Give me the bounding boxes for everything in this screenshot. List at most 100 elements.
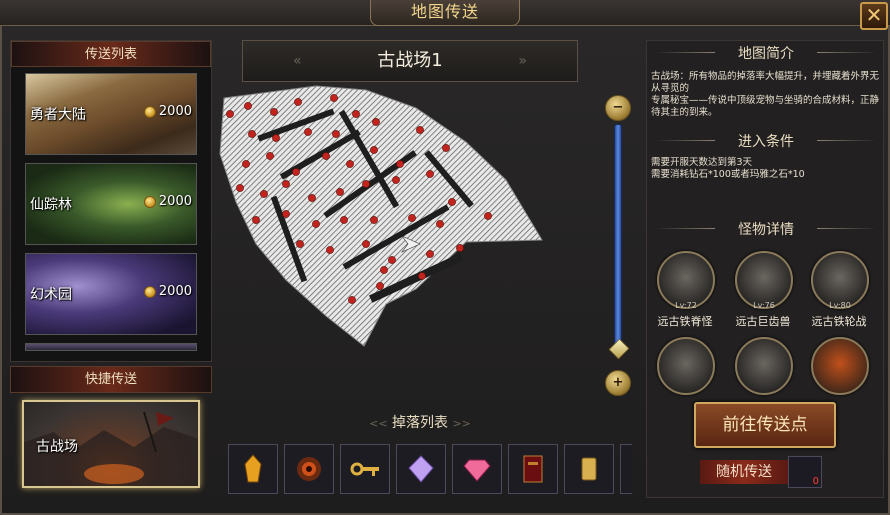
enemy-marker bbox=[456, 244, 464, 252]
teleport-item[interactable]: 勇者大陆 2000 bbox=[25, 73, 197, 155]
go-to-teleport-button[interactable]: 前往传送点 bbox=[694, 402, 836, 448]
enemy-marker bbox=[332, 130, 340, 138]
enemy-marker bbox=[392, 176, 400, 184]
drop-slot[interactable] bbox=[340, 444, 390, 494]
enemy-marker bbox=[272, 134, 280, 142]
teleport-list: 勇者大陆 2000 仙踪林 2000 幻术园 2000 bbox=[25, 73, 199, 351]
teleport-item-cost: 2000 bbox=[143, 194, 192, 209]
random-teleport-count: 0 bbox=[812, 476, 819, 487]
enemy-marker bbox=[322, 152, 330, 160]
amber-crystal-icon bbox=[244, 454, 262, 483]
enemy-marker bbox=[388, 256, 396, 264]
enemy-marker bbox=[372, 118, 380, 126]
zoom-slider-track[interactable] bbox=[614, 124, 622, 352]
drop-slot[interactable] bbox=[396, 444, 446, 494]
enemy-marker bbox=[236, 184, 244, 192]
enemy-marker bbox=[448, 198, 456, 206]
teleport-item[interactable]: 仙踪林 2000 bbox=[25, 163, 197, 245]
monster-portrait[interactable] bbox=[657, 337, 715, 395]
random-teleport-item-slot[interactable]: 0 bbox=[788, 456, 822, 488]
condition-title: 进入条件 bbox=[647, 131, 885, 151]
enemy-marker bbox=[426, 250, 434, 258]
map-description: 古战场：所有物品的掉落率大幅提升，并埋藏着外界无从寻觅的 专属秘宝——传说中顶级… bbox=[651, 71, 880, 118]
pink-gem-icon bbox=[463, 459, 491, 482]
monster-name: 远古巨齿兽 bbox=[735, 315, 791, 328]
enemy-marker bbox=[376, 282, 384, 290]
teleport-item-cost: 2000 bbox=[143, 284, 192, 299]
enemy-marker bbox=[282, 210, 290, 218]
title-bar: 地图传送 bbox=[0, 0, 890, 26]
red-book-icon bbox=[523, 455, 543, 483]
monster-level: Lv:72 bbox=[675, 301, 697, 310]
zoom-in-button[interactable]: + bbox=[605, 370, 631, 396]
drop-slot[interactable] bbox=[228, 444, 278, 494]
enemy-marker bbox=[426, 170, 434, 178]
quick-teleport-name: 古战场 bbox=[36, 439, 78, 455]
enemy-marker bbox=[282, 180, 290, 188]
map-terrain bbox=[219, 85, 543, 347]
enemy-marker bbox=[416, 126, 424, 134]
enemy-marker bbox=[352, 110, 360, 118]
drop-slot[interactable] bbox=[452, 444, 502, 494]
enemy-marker bbox=[244, 102, 252, 110]
next-map-arrow[interactable]: » bbox=[518, 41, 527, 81]
enemy-marker bbox=[348, 296, 356, 304]
enemy-marker bbox=[326, 246, 334, 254]
monster-name: 远古铁轮战 bbox=[811, 315, 867, 328]
quick-teleport-item[interactable]: 古战场 bbox=[22, 400, 200, 488]
prev-map-arrow[interactable]: « bbox=[293, 41, 302, 81]
drop-slot-partial[interactable] bbox=[620, 444, 632, 494]
monster-name: 远古铁脊怪 bbox=[657, 315, 713, 328]
teleport-item[interactable]: 幻术园 2000 bbox=[25, 253, 197, 335]
enemy-marker bbox=[484, 212, 492, 220]
enemy-marker bbox=[442, 144, 450, 152]
entry-conditions: 需要开服天数达到第3天 需要消耗钻石*100或者玛雅之石*10 bbox=[651, 157, 805, 180]
teleport-item-name: 勇者大陆 bbox=[30, 107, 86, 123]
monster-portrait[interactable] bbox=[811, 337, 869, 395]
enemy-marker bbox=[242, 160, 250, 168]
drop-list bbox=[226, 444, 632, 496]
gold-coin-icon bbox=[143, 195, 156, 208]
enemy-marker bbox=[252, 216, 260, 224]
drop-slot[interactable] bbox=[564, 444, 614, 494]
enemy-marker bbox=[362, 240, 370, 248]
golden-key-icon bbox=[350, 462, 379, 476]
enemy-marker bbox=[260, 190, 268, 198]
monster-title: 怪物详情 bbox=[647, 219, 885, 239]
enemy-marker bbox=[436, 220, 444, 228]
enemy-marker bbox=[362, 180, 370, 188]
enemy-marker bbox=[370, 216, 378, 224]
drop-slot[interactable] bbox=[284, 444, 334, 494]
monster-portrait[interactable] bbox=[735, 337, 793, 395]
map-canvas[interactable] bbox=[216, 84, 600, 356]
purple-diamond-icon bbox=[408, 455, 434, 483]
map-view[interactable] bbox=[216, 84, 600, 356]
enemy-marker bbox=[408, 214, 416, 222]
gold-coin-icon bbox=[143, 285, 156, 298]
intro-title: 地图简介 bbox=[647, 43, 885, 63]
zoom-out-button[interactable]: − bbox=[605, 95, 631, 121]
enemy-marker bbox=[418, 272, 426, 280]
enemy-marker bbox=[270, 108, 278, 116]
teleport-item-partial[interactable] bbox=[25, 343, 197, 351]
random-teleport-button[interactable]: 随机传送 bbox=[700, 460, 788, 484]
close-button[interactable]: ✕ bbox=[860, 2, 888, 30]
enemy-marker bbox=[296, 240, 304, 248]
enemy-marker bbox=[312, 220, 320, 228]
enemy-marker bbox=[292, 168, 300, 176]
map-name-bar: « 古战场1 » bbox=[242, 40, 578, 82]
teleport-item-cost: 2000 bbox=[143, 104, 192, 119]
enemy-marker bbox=[330, 94, 338, 102]
enemy-marker bbox=[336, 188, 344, 196]
teleport-list-panel: 传送列表 勇者大陆 2000 仙踪林 2000 幻术园 2000 bbox=[10, 40, 212, 362]
quick-teleport-header: 快捷传送 bbox=[10, 366, 212, 393]
enemy-marker bbox=[248, 130, 256, 138]
drop-slot[interactable] bbox=[508, 444, 558, 494]
enemy-marker bbox=[396, 160, 404, 168]
monster-level: Lv:76 bbox=[753, 301, 775, 310]
gold-tablet-icon bbox=[581, 457, 597, 481]
enemy-marker bbox=[226, 110, 234, 118]
enemy-marker bbox=[308, 194, 316, 202]
map-name: 古战场1 bbox=[377, 50, 443, 71]
enemy-marker bbox=[380, 266, 388, 274]
